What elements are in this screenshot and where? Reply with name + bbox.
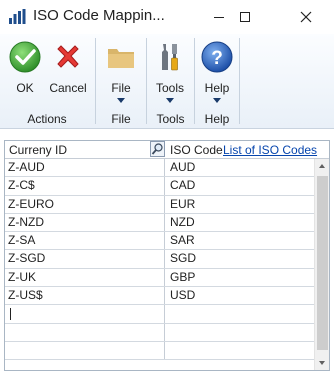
currency-id-cell[interactable]: Z-UK [5,268,165,287]
grid-header: Curreny ID ISO Code List of ISO Codes [5,141,329,159]
help-group-label: Help [204,112,230,126]
lookup-button[interactable] [150,141,165,157]
iso-mapping-grid: Curreny ID ISO Code List of ISO Codes Z-… [4,140,330,371]
file-group: File File [96,34,146,129]
currency-id-cell[interactable]: Z-AUD [5,159,165,177]
help-menu-button[interactable]: ? Help [194,37,240,107]
table-row[interactable]: Z-C$ CAD [5,177,314,196]
chevron-down-icon [166,98,174,103]
file-menu-button[interactable]: File [98,37,144,107]
currency-id-cell[interactable]: Z-EURO [5,195,165,213]
group-divider [239,38,240,124]
folder-icon [108,49,134,68]
tools-icon [162,44,178,71]
window-title: ISO Code Mappin... [33,7,165,24]
iso-code-cell[interactable]: NZD [165,214,314,231]
iso-code-cell[interactable]: GBP [165,269,314,286]
table-row[interactable]: Z-SGD SGD [5,250,314,269]
ribbon: OK Cancel Actions File File Tools Tools … [0,34,334,129]
iso-code-cell[interactable]: EUR [165,196,314,213]
table-row[interactable]: Z-NZD NZD [5,213,314,233]
table-row[interactable]: Z-SA SAR [5,232,314,251]
scrollbar-thumb[interactable] [317,176,328,350]
grid-rows: Z-AUD AUD Z-C$ CAD Z-EURO EUR Z-NZD NZD … [5,159,314,361]
scroll-up-arrow-icon [319,164,325,168]
green-check-icon [9,41,41,73]
maximize-button[interactable] [222,0,268,34]
help-label: Help [204,81,230,95]
ok-button[interactable]: OK [2,37,48,107]
close-button[interactable] [283,0,329,34]
text-caret [10,308,11,321]
iso-code-cell[interactable]: CAD [165,177,314,194]
help-group: ? Help Help [195,34,239,129]
currency-id-cell[interactable]: Z-SGD [5,250,165,268]
iso-code-cell[interactable] [165,305,314,322]
table-row[interactable]: Z-AUD AUD [5,159,314,178]
vertical-scrollbar[interactable] [314,159,329,370]
iso-code-cell[interactable] [165,342,314,359]
table-row[interactable]: Z-EURO EUR [5,195,314,214]
table-row-new[interactable] [5,305,314,324]
list-of-iso-codes-link[interactable]: List of ISO Codes [223,143,317,157]
magnifier-icon [151,143,163,155]
tools-group: Tools Tools [147,34,194,129]
currency-id-cell[interactable]: Z-C$ [5,177,165,195]
table-row[interactable] [5,323,314,342]
tools-group-label: Tools [156,112,185,126]
title-bar: ISO Code Mappin... [0,0,334,34]
bar-chart-app-icon [9,9,26,24]
cancel-label: Cancel [49,81,87,95]
maximize-icon [240,12,250,22]
currency-id-header: Curreny ID [9,143,68,157]
file-label: File [111,81,131,95]
tools-label: Tools [155,81,184,95]
currency-id-cell[interactable] [5,341,165,360]
currency-id-input[interactable] [5,305,165,323]
chevron-down-icon [213,98,221,103]
scroll-up-button[interactable] [315,159,329,174]
iso-code-cell[interactable]: SGD [165,250,314,267]
close-icon [300,11,312,23]
iso-code-cell[interactable] [165,324,314,341]
iso-code-cell[interactable]: AUD [165,159,314,176]
red-x-icon [57,45,79,68]
currency-id-cell[interactable]: Z-SA [5,232,165,250]
table-row[interactable] [5,341,314,361]
ok-label: OK [16,81,34,95]
iso-code-header: ISO Code [170,143,223,157]
cancel-button[interactable]: Cancel [45,37,91,107]
tools-menu-button[interactable]: Tools [147,37,193,107]
chevron-down-icon [117,98,125,103]
iso-code-cell[interactable]: SAR [165,232,314,249]
currency-id-cell[interactable] [5,323,165,341]
scroll-down-arrow-icon [319,361,325,365]
currency-id-cell[interactable]: Z-NZD [5,213,165,232]
actions-group: OK Cancel Actions [0,34,94,129]
table-row[interactable]: Z-UK GBP [5,268,314,288]
iso-code-cell[interactable]: USD [165,287,314,304]
file-group-label: File [111,112,131,126]
svg-text:?: ? [211,48,223,69]
table-row[interactable]: Z-US$ USD [5,287,314,306]
help-icon: ? [201,41,233,73]
scroll-down-button[interactable] [315,355,329,370]
currency-id-cell[interactable]: Z-US$ [5,287,165,305]
actions-group-label: Actions [27,112,67,126]
